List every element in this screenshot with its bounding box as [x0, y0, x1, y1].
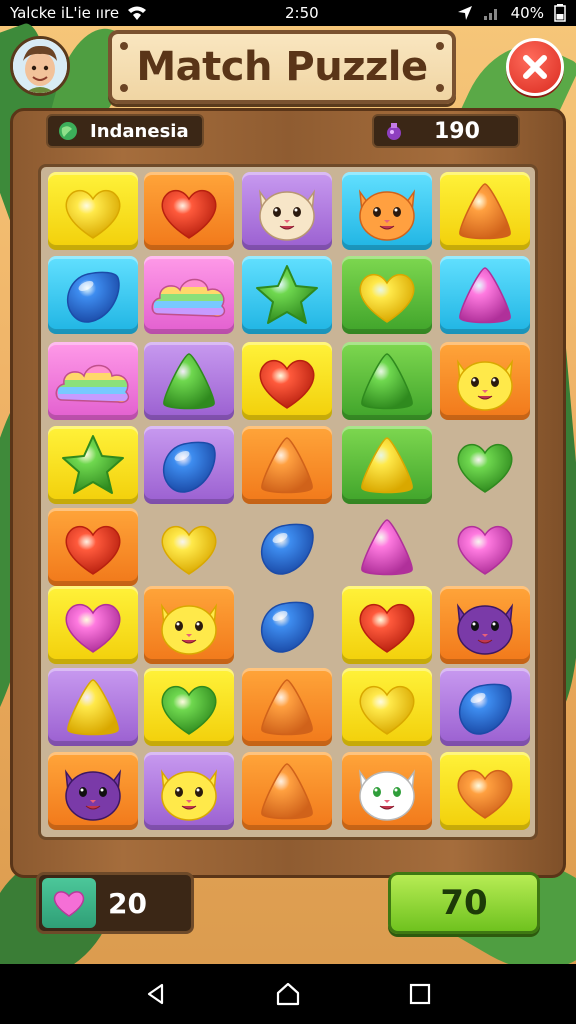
tile-r1-c1[interactable]	[144, 256, 234, 334]
tile-r4-c3[interactable]	[342, 508, 432, 586]
close-button[interactable]	[506, 38, 564, 96]
system-nav-bar	[0, 964, 576, 1024]
tile-r4-c0[interactable]	[48, 508, 138, 586]
globe-icon	[54, 117, 82, 145]
recent-apps-button[interactable]	[400, 974, 440, 1014]
heart-icon	[42, 878, 96, 928]
tile-r0-c1[interactable]	[144, 172, 234, 250]
tile-r7-c3[interactable]	[342, 752, 432, 830]
title-board: Match Puzzle	[108, 30, 456, 104]
player-avatar[interactable]	[10, 36, 70, 96]
tile-r7-c4[interactable]	[440, 752, 530, 830]
tile-r0-c0[interactable]	[48, 172, 138, 250]
signal-icon	[483, 5, 501, 21]
moves-counter[interactable]: 70	[388, 872, 540, 934]
tile-r0-c3[interactable]	[342, 172, 432, 250]
tile-r5-c2[interactable]	[242, 586, 332, 664]
tile-r5-c3[interactable]	[342, 586, 432, 664]
tile-r5-c0[interactable]	[48, 586, 138, 664]
region-label: Indanesia	[90, 120, 189, 142]
tile-r6-c3[interactable]	[342, 668, 432, 746]
tile-r1-c4[interactable]	[440, 256, 530, 334]
tile-r1-c3[interactable]	[342, 256, 432, 334]
wifi-icon	[127, 5, 147, 21]
tile-r5-c1[interactable]	[144, 586, 234, 664]
region-pill: Indanesia	[46, 114, 204, 148]
tile-r4-c4[interactable]	[440, 508, 530, 586]
home-button[interactable]	[268, 974, 308, 1014]
status-right: 40%	[457, 4, 566, 22]
close-icon	[523, 55, 547, 79]
moves-value: 70	[440, 883, 488, 923]
tile-r6-c0[interactable]	[48, 668, 138, 746]
tile-r7-c0[interactable]	[48, 752, 138, 830]
tile-r7-c2[interactable]	[242, 752, 332, 830]
tile-r3-c4[interactable]	[440, 426, 530, 504]
tile-r4-c1[interactable]	[144, 508, 234, 586]
location-icon	[457, 5, 473, 21]
tile-r0-c2[interactable]	[242, 172, 332, 250]
score-value: 190	[434, 118, 480, 144]
avatar-face-icon	[13, 39, 67, 93]
tile-r7-c1[interactable]	[144, 752, 234, 830]
battery-icon	[554, 4, 566, 22]
tile-r3-c2[interactable]	[242, 426, 332, 504]
tile-r1-c2[interactable]	[242, 256, 332, 334]
tile-r5-c4[interactable]	[440, 586, 530, 664]
back-icon	[147, 983, 164, 1005]
tile-r2-c3[interactable]	[342, 342, 432, 420]
lives-value: 20	[108, 886, 147, 920]
tile-r2-c2[interactable]	[242, 342, 332, 420]
tile-r3-c3[interactable]	[342, 426, 432, 504]
score-pill: 190	[372, 114, 520, 148]
battery-text: 40%	[510, 4, 544, 22]
carrier-text: Yalcke iL'ie ııre	[10, 4, 120, 22]
tile-r6-c2[interactable]	[242, 668, 332, 746]
home-icon	[276, 982, 300, 1006]
tile-r1-c0[interactable]	[48, 256, 138, 334]
tile-r6-c1[interactable]	[144, 668, 234, 746]
status-left: Yalcke iL'ie ııre	[10, 4, 147, 22]
clock: 2:50	[285, 4, 319, 22]
tile-r6-c4[interactable]	[440, 668, 530, 746]
tile-r2-c0[interactable]	[48, 342, 138, 420]
status-bar: Yalcke iL'ie ııre 2:50 40%	[0, 0, 576, 26]
tile-r4-c2[interactable]	[242, 508, 332, 586]
tile-r2-c4[interactable]	[440, 342, 530, 420]
lives-counter: 20	[36, 872, 194, 934]
tile-r2-c1[interactable]	[144, 342, 234, 420]
tile-r3-c0[interactable]	[48, 426, 138, 504]
tile-r0-c4[interactable]	[440, 172, 530, 250]
back-button[interactable]	[136, 974, 176, 1014]
page-title: Match Puzzle	[136, 44, 428, 90]
potion-icon	[380, 117, 408, 145]
recent-apps-icon	[409, 983, 431, 1005]
tile-r3-c1[interactable]	[144, 426, 234, 504]
